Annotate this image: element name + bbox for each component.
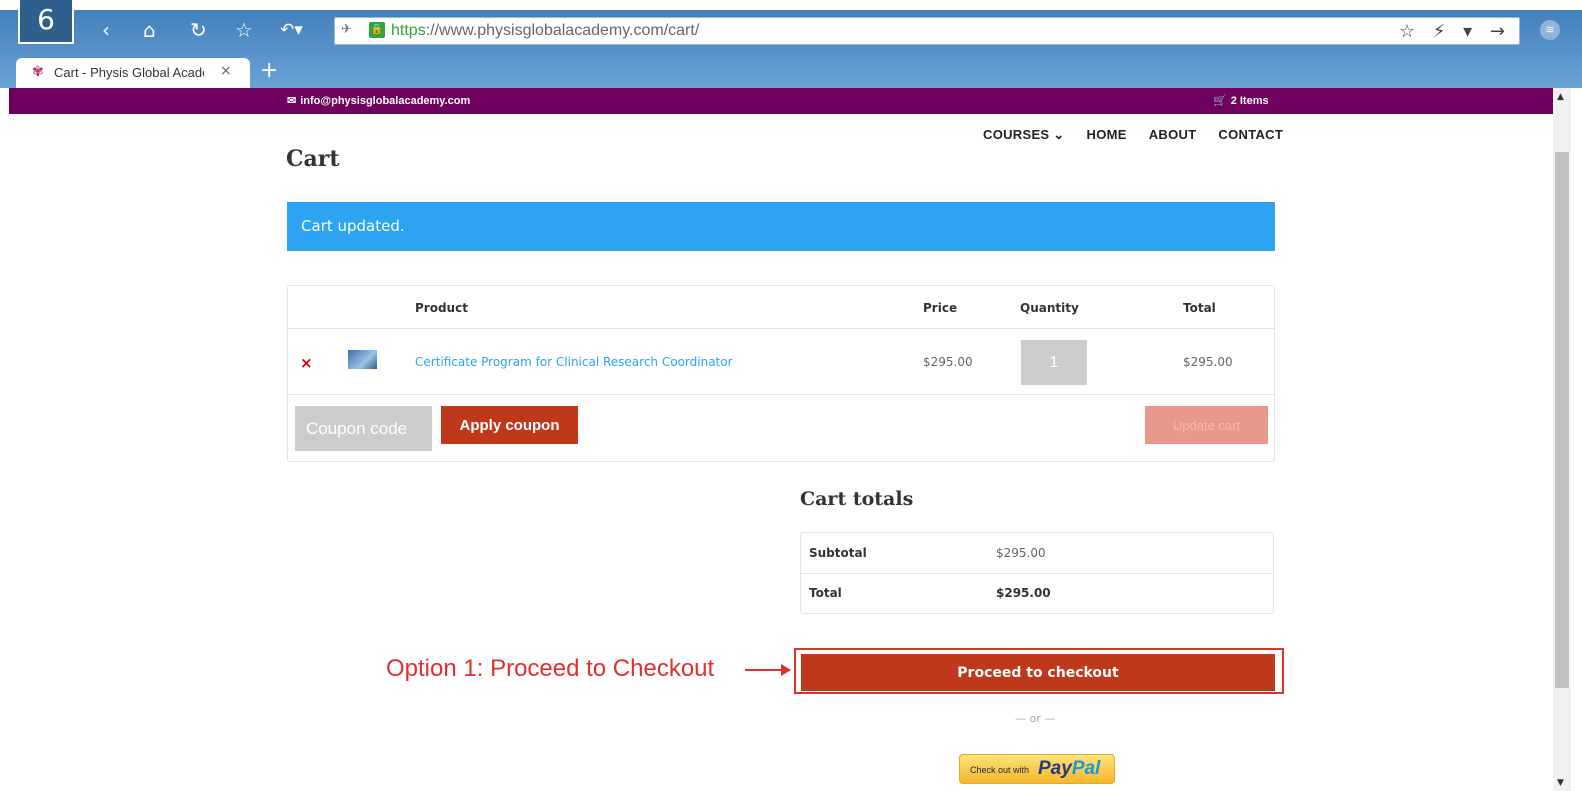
row-divider (288, 328, 1274, 329)
speed-rocket-icon: ✈ (341, 22, 352, 37)
browser-menu-icon[interactable]: ≋ (1540, 20, 1560, 40)
email-text: info@physisglobalacademy.com (300, 95, 471, 107)
lock-icon: 🔒 (369, 22, 385, 38)
undo-close-tab-icon[interactable]: ↶▾ (280, 17, 303, 43)
annotation-label: Option 1: Proceed to Checkout (386, 655, 715, 682)
new-tab-icon[interactable]: + (260, 58, 278, 83)
cart-totals-table: Subtotal $295.00 Total $295.00 (800, 532, 1274, 614)
reload-icon[interactable]: ↻ (190, 17, 207, 43)
tab-title: Cart - Physis Global Academy (54, 65, 204, 80)
main-nav: COURSES ⌄ HOME ABOUT CONTACT (983, 127, 1283, 143)
topbar-cart[interactable]: 🛒 2 Items (1213, 94, 1269, 107)
url-scheme: https (391, 22, 426, 39)
apply-coupon-button[interactable]: Apply coupon (441, 406, 578, 444)
browser-logo-icon[interactable]: 6 (18, 0, 74, 44)
update-cart-button[interactable]: Update cart (1145, 406, 1268, 444)
back-icon[interactable]: ‹ (102, 17, 110, 43)
item-total: $295.00 (1183, 355, 1233, 369)
address-bar[interactable]: ✈ 🔒 https://www.physisglobalacademy.com/… (334, 17, 1520, 45)
tab-close-icon[interactable]: × (220, 63, 232, 79)
cart-count: 2 Items (1230, 95, 1269, 107)
annotation-arrow-icon (745, 664, 791, 676)
address-bar-actions[interactable]: ☆ ⚡ ▾ → (1399, 21, 1511, 42)
topbar-email[interactable]: ✉ info@physisglobalacademy.com (287, 94, 470, 107)
url-text[interactable]: https://www.physisglobalacademy.com/cart… (391, 22, 699, 40)
cart-table: Product Price Quantity Total × Certifica… (287, 285, 1275, 462)
page-title: Cart (286, 146, 340, 172)
paypal-logo-pay: Pay (1038, 758, 1072, 779)
cart-icon: 🛒 (1213, 95, 1227, 107)
site-favicon-icon: ✾ (32, 64, 44, 80)
scroll-down-icon[interactable]: ▼ (1557, 778, 1564, 788)
paypal-logo-pal: Pal (1071, 758, 1101, 779)
total-label: Total (809, 586, 842, 600)
browser-toolbar: 6 ‹ ⌂ ↻ ☆ ↶▾ ✈ 🔒 https://www.physisgloba… (0, 0, 1582, 88)
header-quantity: Quantity (1020, 301, 1079, 315)
tab-cart[interactable]: ✾ Cart - Physis Global Academy × (16, 58, 250, 88)
header-price: Price (923, 301, 958, 315)
url-path: ://www.physisglobalacademy.com/cart/ (425, 22, 700, 39)
product-thumbnail[interactable] (348, 350, 377, 369)
row-divider (801, 573, 1273, 574)
scrollbar-thumb[interactable] (1555, 152, 1569, 688)
cart-updated-notice: Cart updated. (287, 202, 1275, 251)
or-divider: — or — (1015, 712, 1056, 725)
cart-totals-title: Cart totals (800, 488, 914, 510)
coupon-code-input[interactable] (295, 406, 432, 451)
product-link[interactable]: Certificate Program for Clinical Researc… (415, 355, 733, 369)
remove-item-icon[interactable]: × (300, 354, 313, 372)
paypal-small-text: Check out with (970, 765, 1030, 775)
row-divider (288, 394, 1274, 395)
nav-item-home[interactable]: HOME (1087, 127, 1127, 143)
nav-item-about[interactable]: ABOUT (1149, 127, 1197, 143)
mail-icon: ✉ (287, 95, 297, 107)
home-icon[interactable]: ⌂ (143, 17, 156, 43)
bookmark-star-icon[interactable]: ☆ (235, 17, 253, 43)
subtotal-label: Subtotal (809, 546, 867, 560)
paypal-checkout-button[interactable]: Check out with PayPal (959, 754, 1115, 784)
subtotal-value: $295.00 (996, 546, 1046, 560)
total-value: $295.00 (996, 586, 1051, 600)
nav-item-contact[interactable]: CONTACT (1218, 127, 1283, 143)
quantity-input[interactable] (1021, 340, 1087, 385)
item-price: $295.00 (923, 355, 973, 369)
paypal-logo-icon: PayPal (1038, 758, 1100, 780)
nav-item-courses[interactable]: COURSES ⌄ (983, 127, 1065, 143)
site-topbar: ✉ info@physisglobalacademy.com 🛒 2 Items (9, 88, 1553, 114)
window-top-strip (0, 0, 1582, 10)
header-total: Total (1183, 301, 1216, 315)
header-product: Product (415, 301, 468, 315)
proceed-to-checkout-button[interactable]: Proceed to checkout (801, 654, 1275, 691)
scroll-up-icon[interactable]: ▲ (1557, 92, 1564, 102)
